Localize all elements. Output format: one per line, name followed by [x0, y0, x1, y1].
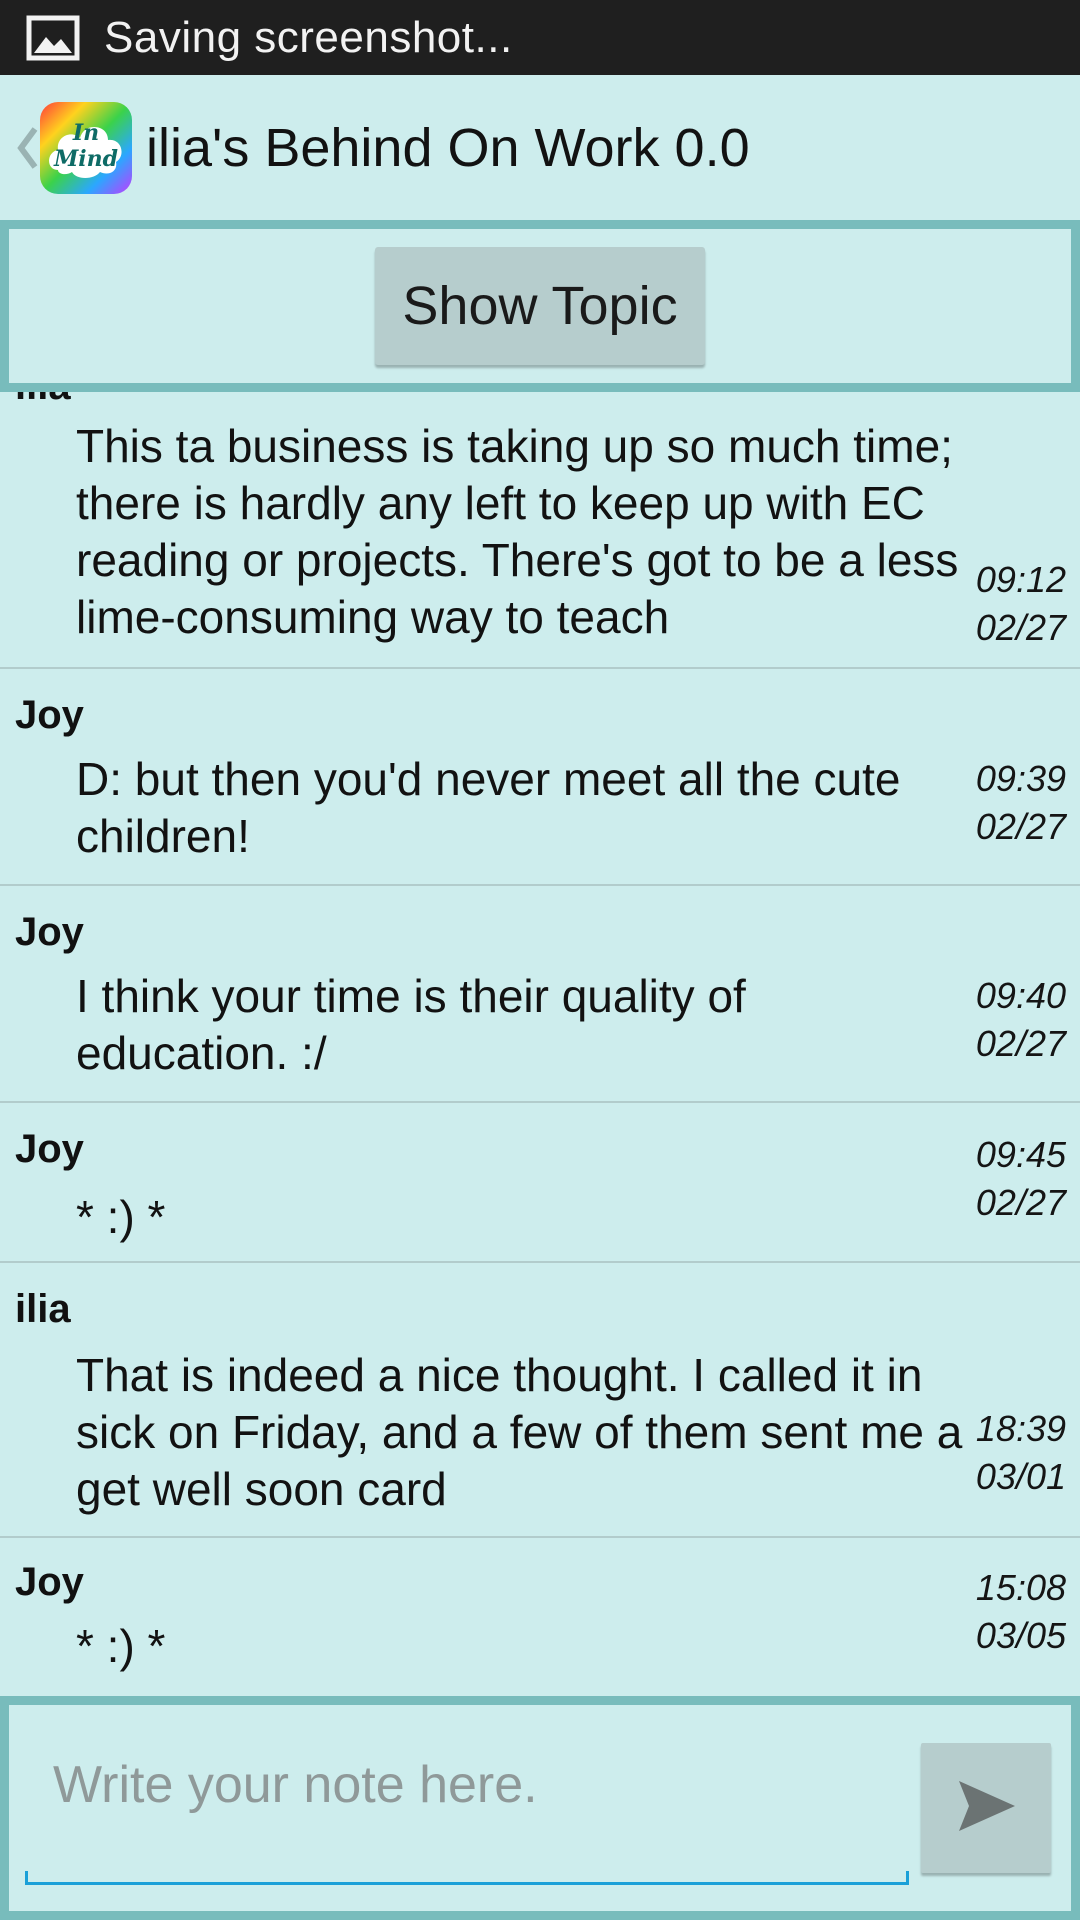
- topic-panel: Show Topic: [0, 220, 1080, 392]
- list-item: Joy * :) * 15:08 03/05: [0, 1538, 1080, 1696]
- message-author: Joy: [15, 910, 84, 954]
- note-input[interactable]: [33, 1735, 909, 1835]
- message-date: 03/05: [975, 1615, 1066, 1656]
- message-time: 15:08: [975, 1567, 1066, 1608]
- status-text: Saving screenshot...: [104, 12, 513, 62]
- message-date: 02/27: [975, 1023, 1066, 1064]
- message-text: * :) *: [76, 1620, 166, 1672]
- message-time: 09:40: [975, 975, 1066, 1016]
- list-item: Joy I think your time is their quality o…: [0, 886, 1080, 1103]
- message-timestamp: 15:08 03/05: [916, 1564, 1066, 1660]
- list-item: ilia This ta business is taking up so mu…: [0, 392, 1080, 669]
- list-item: Joy D: but then you'd never meet all the…: [0, 669, 1080, 886]
- message-date: 02/27: [975, 806, 1066, 847]
- message-author: Joy: [15, 1560, 84, 1604]
- message-timestamp: 09:40 02/27: [916, 972, 1066, 1068]
- message-time: 09:39: [975, 758, 1066, 799]
- message-text: * :) *: [76, 1191, 166, 1243]
- message-time: 09:12: [975, 559, 1066, 600]
- app-logo[interactable]: In Mind: [38, 100, 134, 196]
- message-time: 09:45: [975, 1134, 1066, 1175]
- send-button[interactable]: [921, 1743, 1051, 1873]
- composer-panel: [0, 1696, 1080, 1920]
- message-text: This ta business is taking up so much ti…: [76, 420, 959, 643]
- show-topic-button[interactable]: Show Topic: [375, 247, 705, 365]
- message-text: D: but then you'd never meet all the cut…: [76, 753, 901, 862]
- send-icon: [955, 1775, 1017, 1842]
- page-title: ilia's Behind On Work 0.0: [146, 117, 750, 178]
- svg-text:In: In: [72, 120, 99, 146]
- message-date: 02/27: [975, 607, 1066, 648]
- message-author: Joy: [15, 693, 84, 737]
- message-time: 18:39: [975, 1408, 1066, 1449]
- message-timestamp: 09:45 02/27: [916, 1131, 1066, 1227]
- message-timestamp: 18:39 03/01: [916, 1405, 1066, 1501]
- message-date: 02/27: [975, 1182, 1066, 1223]
- message-timestamp: 09:39 02/27: [916, 755, 1066, 851]
- message-author: ilia: [15, 1287, 71, 1331]
- message-author: ilia: [15, 392, 71, 409]
- image-icon: [26, 15, 80, 61]
- status-bar: Saving screenshot...: [0, 0, 1080, 75]
- list-item: ilia That is indeed a nice thought. I ca…: [0, 1263, 1080, 1538]
- message-text: I think your time is their quality of ed…: [76, 970, 746, 1079]
- action-bar: In Mind ilia's Behind On Work 0.0: [0, 75, 1080, 220]
- list-item: Joy * :) * 09:45 02/27: [0, 1103, 1080, 1263]
- message-list[interactable]: ilia This ta business is taking up so mu…: [0, 392, 1080, 1696]
- message-text: That is indeed a nice thought. I called …: [76, 1349, 963, 1515]
- message-timestamp: 09:12 02/27: [916, 556, 1066, 652]
- message-date: 03/01: [975, 1456, 1066, 1497]
- message-author: Joy: [15, 1127, 84, 1171]
- svg-text:Mind: Mind: [53, 146, 118, 172]
- input-underline: [25, 1871, 909, 1885]
